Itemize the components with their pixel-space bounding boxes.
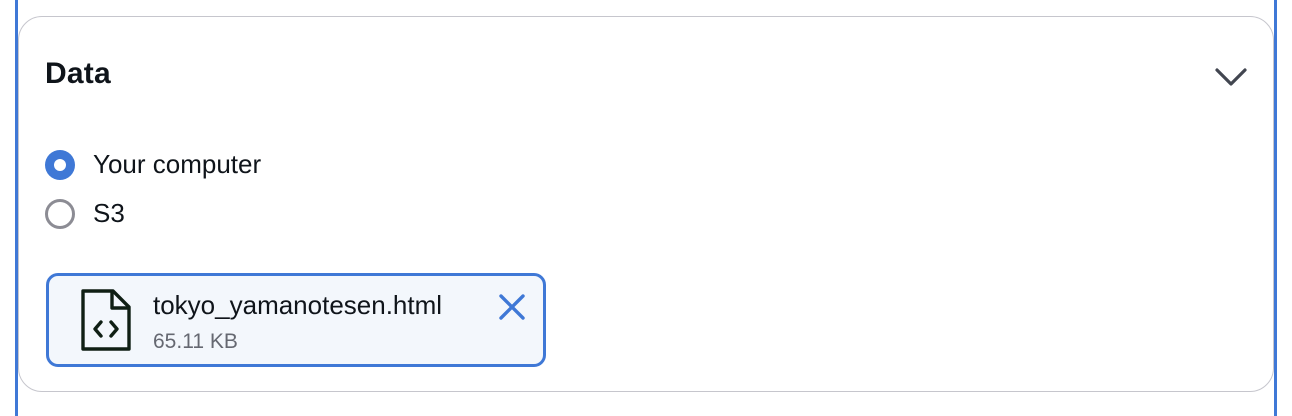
radio-button-selected[interactable] — [45, 149, 75, 180]
remove-file-button[interactable] — [495, 290, 529, 324]
close-icon — [499, 294, 525, 320]
html-file-icon — [81, 289, 131, 351]
source-option-label: S3 — [93, 198, 125, 228]
radio-button-unselected[interactable] — [45, 198, 75, 229]
collapse-button[interactable] — [1211, 59, 1251, 95]
data-panel: Data Your computer S3 tokyo_yamanotesen.… — [18, 16, 1274, 392]
source-option-your-computer[interactable]: Your computer — [45, 149, 261, 180]
source-option-s3[interactable]: S3 — [45, 198, 125, 229]
chevron-down-icon — [1215, 68, 1247, 86]
file-size: 65.11 KB — [153, 330, 238, 353]
file-name: tokyo_yamanotesen.html — [153, 290, 443, 320]
source-option-label: Your computer — [93, 149, 262, 179]
uploaded-file-token: tokyo_yamanotesen.html 65.11 KB — [46, 273, 546, 367]
panel-title: Data — [45, 57, 111, 90]
